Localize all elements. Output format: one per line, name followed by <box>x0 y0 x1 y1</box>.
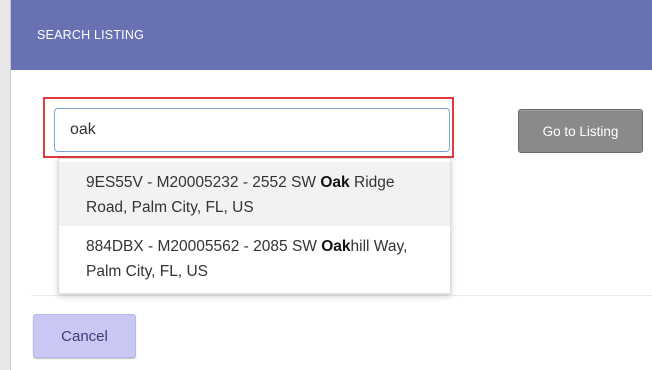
option-text-before: 9ES55V - M20005232 - 2552 SW <box>86 174 321 191</box>
option-match-highlight: Oak <box>320 174 350 191</box>
dialog-header: SEARCH LISTING <box>11 0 652 70</box>
search-listing-dialog: SEARCH LISTING Go to Listing Cancel 9ES5… <box>10 0 652 370</box>
footer-divider <box>31 295 652 296</box>
cancel-button[interactable]: Cancel <box>33 314 136 358</box>
listing-search-input[interactable] <box>54 108 450 152</box>
autocomplete-option[interactable]: 9ES55V - M20005232 - 2552 SW Oak Ridge R… <box>59 162 450 226</box>
dialog-title: SEARCH LISTING <box>37 28 144 42</box>
go-to-listing-button[interactable]: Go to Listing <box>518 109 643 153</box>
autocomplete-dropdown: 9ES55V - M20005232 - 2552 SW Oak Ridge R… <box>58 158 451 294</box>
autocomplete-option[interactable]: 884DBX - M20005562 - 2085 SW Oakhill Way… <box>59 226 450 290</box>
option-text-before: 884DBX - M20005562 - 2085 SW <box>86 238 322 255</box>
option-match-highlight: Oak <box>321 238 351 255</box>
page-backdrop: SEARCH LISTING Go to Listing Cancel 9ES5… <box>0 0 652 370</box>
